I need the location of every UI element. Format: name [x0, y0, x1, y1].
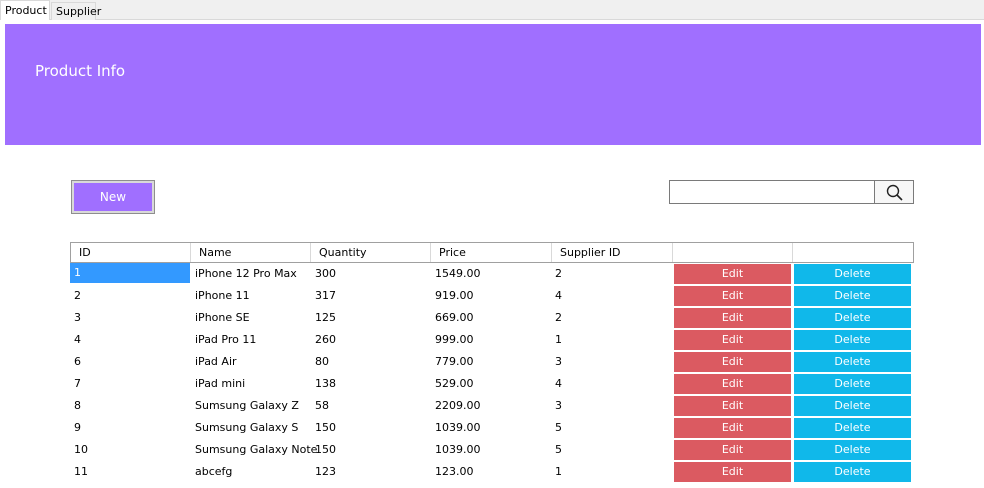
edit-button[interactable]: Edit [674, 418, 791, 438]
delete-button[interactable]: Delete [794, 462, 911, 482]
cell-price[interactable]: 919.00 [431, 285, 551, 307]
cell-supplier-id[interactable]: 4 [551, 285, 671, 307]
cell-supplier-id[interactable]: 5 [551, 417, 671, 439]
table-header: ID Name Quantity Price Supplier ID [70, 242, 914, 263]
cell-name[interactable]: Sumsung Galaxy Z [191, 395, 310, 417]
cell-price[interactable]: 1549.00 [431, 263, 551, 285]
delete-button[interactable]: Delete [794, 308, 911, 328]
cell-supplier-id[interactable]: 4 [551, 373, 671, 395]
column-header-supplier-id[interactable]: Supplier ID [552, 243, 673, 262]
cell-id[interactable]: 6 [70, 351, 190, 373]
cell-id[interactable]: 2 [70, 285, 190, 307]
table-row[interactable]: 9 Sumsung Galaxy S 150 1039.00 5 Edit Delete [70, 417, 914, 439]
cell-name[interactable]: iPhone 12 Pro Max [191, 263, 310, 285]
new-button[interactable]: New [71, 180, 155, 214]
cell-id[interactable]: 1 [70, 263, 190, 283]
cell-name[interactable]: iPad mini [191, 373, 310, 395]
table-row[interactable]: 7 iPad mini 138 529.00 4 Edit Delete [70, 373, 914, 395]
cell-supplier-id[interactable]: 3 [551, 351, 671, 373]
tab-strip: Product Supplier [0, 0, 984, 20]
delete-button[interactable]: Delete [794, 440, 911, 460]
cell-quantity[interactable]: 58 [311, 395, 430, 417]
edit-button[interactable]: Edit [674, 374, 791, 394]
delete-button[interactable]: Delete [794, 286, 911, 306]
edit-button[interactable]: Edit [674, 440, 791, 460]
column-header-edit[interactable] [673, 243, 793, 262]
table-row[interactable]: 6 iPad Air 80 779.00 3 Edit Delete [70, 351, 914, 373]
cell-id[interactable]: 9 [70, 417, 190, 439]
table-row[interactable]: 10 Sumsung Galaxy Note 150 1039.00 5 Edit Dele… [70, 439, 914, 461]
cell-name[interactable]: abcefg [191, 461, 310, 483]
cell-supplier-id[interactable]: 5 [551, 439, 671, 461]
delete-button[interactable]: Delete [794, 374, 911, 394]
cell-quantity[interactable]: 300 [311, 263, 430, 285]
cell-name[interactable]: iPad Air [191, 351, 310, 373]
edit-button[interactable]: Edit [674, 352, 791, 372]
delete-button[interactable]: Delete [794, 352, 911, 372]
cell-price[interactable]: 1039.00 [431, 417, 551, 439]
cell-supplier-id[interactable]: 1 [551, 461, 671, 483]
cell-price[interactable]: 779.00 [431, 351, 551, 373]
cell-supplier-id[interactable]: 2 [551, 263, 671, 285]
cell-supplier-id[interactable]: 3 [551, 395, 671, 417]
table-row[interactable]: 3 iPhone SE 125 669.00 2 Edit Delete [70, 307, 914, 329]
cell-quantity[interactable]: 125 [311, 307, 430, 329]
cell-price[interactable]: 2209.00 [431, 395, 551, 417]
edit-button[interactable]: Edit [674, 330, 791, 350]
cell-name[interactable]: iPhone SE [191, 307, 310, 329]
column-header-delete[interactable] [793, 243, 913, 262]
column-header-name[interactable]: Name [191, 243, 311, 262]
edit-button[interactable]: Edit [674, 396, 791, 416]
search-icon [886, 184, 903, 201]
tab-product[interactable]: Product [0, 0, 50, 20]
cell-quantity[interactable]: 317 [311, 285, 430, 307]
cell-name[interactable]: iPad Pro 11 [191, 329, 310, 351]
table-row[interactable]: 8 Sumsung Galaxy Z 58 2209.00 3 Edit Delete [70, 395, 914, 417]
cell-quantity[interactable]: 138 [311, 373, 430, 395]
cell-price[interactable]: 123.00 [431, 461, 551, 483]
header-banner: Product Info [5, 24, 981, 145]
cell-id[interactable]: 4 [70, 329, 190, 351]
cell-price[interactable]: 529.00 [431, 373, 551, 395]
cell-quantity[interactable]: 150 [311, 439, 430, 461]
cell-quantity[interactable]: 150 [311, 417, 430, 439]
cell-supplier-id[interactable]: 2 [551, 307, 671, 329]
cell-quantity[interactable]: 260 [311, 329, 430, 351]
tab-supplier[interactable]: Supplier [51, 2, 101, 20]
table-body: 1 iPhone 12 Pro Max 300 1549.00 2 Edit Delete 2… [70, 263, 914, 483]
cell-quantity[interactable]: 80 [311, 351, 430, 373]
cell-id[interactable]: 10 [70, 439, 190, 461]
cell-name[interactable]: Sumsung Galaxy S [191, 417, 310, 439]
cell-price[interactable]: 669.00 [431, 307, 551, 329]
cell-id[interactable]: 7 [70, 373, 190, 395]
cell-name[interactable]: Sumsung Galaxy Note [191, 439, 317, 461]
product-table: ID Name Quantity Price Supplier ID 1 iPho… [70, 242, 914, 483]
cell-id[interactable]: 3 [70, 307, 190, 329]
cell-quantity[interactable]: 123 [311, 461, 430, 483]
edit-button[interactable]: Edit [674, 462, 791, 482]
cell-name[interactable]: iPhone 11 [191, 285, 310, 307]
table-row[interactable]: 11 abcefg 123 123.00 1 Edit Delete [70, 461, 914, 483]
edit-button[interactable]: Edit [674, 286, 791, 306]
column-header-price[interactable]: Price [431, 243, 552, 262]
cell-price[interactable]: 1039.00 [431, 439, 551, 461]
cell-supplier-id[interactable]: 1 [551, 329, 671, 351]
search-input[interactable] [669, 180, 875, 204]
delete-button[interactable]: Delete [794, 264, 911, 284]
delete-button[interactable]: Delete [794, 330, 911, 350]
table-row[interactable]: 2 iPhone 11 317 919.00 4 Edit Delete [70, 285, 914, 307]
column-header-quantity[interactable]: Quantity [311, 243, 431, 262]
table-row[interactable]: 4 iPad Pro 11 260 999.00 1 Edit Delete [70, 329, 914, 351]
column-header-id[interactable]: ID [71, 243, 191, 262]
cell-price[interactable]: 999.00 [431, 329, 551, 351]
edit-button[interactable]: Edit [674, 264, 791, 284]
cell-id[interactable]: 8 [70, 395, 190, 417]
cell-id[interactable]: 11 [70, 461, 190, 483]
delete-button[interactable]: Delete [794, 396, 911, 416]
search-button[interactable] [874, 180, 914, 204]
delete-button[interactable]: Delete [794, 418, 911, 438]
edit-button[interactable]: Edit [674, 308, 791, 328]
table-row[interactable]: 1 iPhone 12 Pro Max 300 1549.00 2 Edit Delete [70, 263, 914, 285]
page-title: Product Info [35, 62, 126, 80]
